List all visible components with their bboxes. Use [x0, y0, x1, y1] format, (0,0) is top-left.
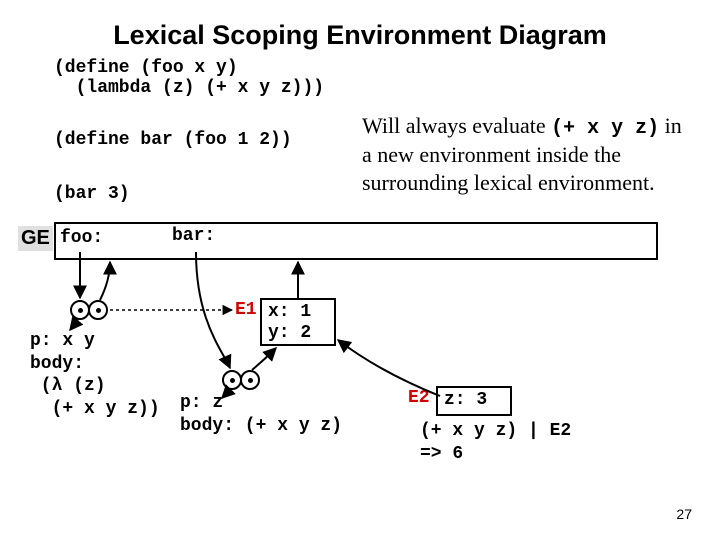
proc-foo-body: p: x y body: (λ (z) (+ x y z))	[30, 330, 160, 420]
e2-frame: z: 3	[436, 386, 512, 416]
page-number: 27	[676, 506, 692, 522]
commentary-pre: Will always evaluate	[362, 113, 551, 138]
e1-label: E1	[235, 300, 257, 320]
proc-foo-env-ptr	[88, 300, 108, 320]
code-define-bar: (define bar (foo 1 2))	[54, 130, 292, 150]
commentary-code: (+ x y z)	[551, 117, 659, 140]
ge-bar-slot: bar:	[172, 226, 215, 246]
e2-label: E2	[408, 388, 430, 408]
proc-foo-pair	[70, 300, 108, 320]
code-call-bar: (bar 3)	[54, 184, 130, 204]
ge-label: GE	[18, 226, 53, 251]
proc-lambda-body: p: z body: (+ x y z)	[180, 392, 342, 437]
e1-frame: x: 1 y: 2	[260, 298, 336, 346]
ge-foo-slot: foo:	[60, 228, 103, 248]
eval-result: (+ x y z) | E2 => 6	[420, 420, 571, 465]
proc-lambda-env-ptr	[240, 370, 260, 390]
proc-foo-code-ptr	[70, 300, 90, 320]
proc-lambda-code-ptr	[222, 370, 242, 390]
code-define-foo: (define (foo x y) (lambda (z) (+ x y z))…	[54, 58, 324, 98]
commentary-block: Will always evaluate (+ x y z) in a new …	[362, 112, 692, 196]
ge-frame	[54, 222, 658, 260]
page-title: Lexical Scoping Environment Diagram	[0, 20, 720, 51]
proc-lambda-pair	[222, 370, 260, 390]
